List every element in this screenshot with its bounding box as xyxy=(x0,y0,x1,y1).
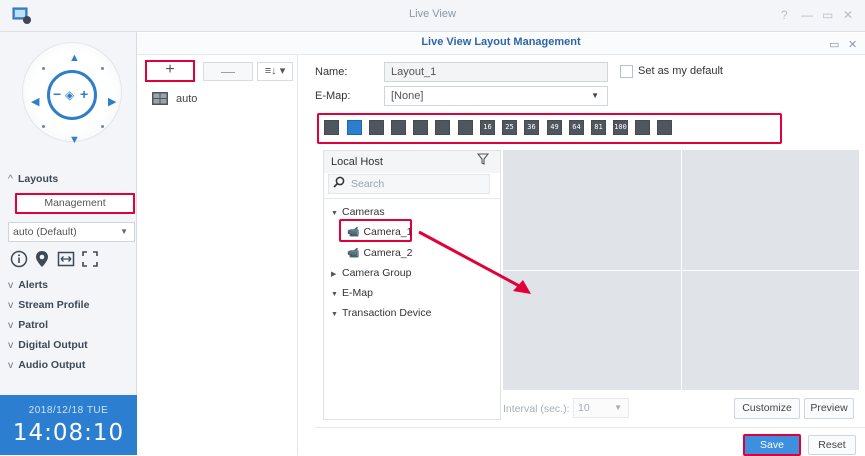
layout-grid-icon xyxy=(152,92,168,105)
tree-node-transaction[interactable]: ▼ Transaction Device xyxy=(331,307,431,319)
layout-option-25-icon[interactable]: 25 xyxy=(502,120,517,135)
caret-down-icon: ▼ xyxy=(591,91,599,100)
window-title: Live View xyxy=(409,8,456,20)
filter-icon[interactable] xyxy=(477,153,489,165)
minimize-icon[interactable]: — xyxy=(801,8,813,22)
ptz-upright-icon[interactable] xyxy=(101,67,104,70)
camera-icon: 📹 xyxy=(347,248,360,259)
info-icon[interactable] xyxy=(10,250,28,268)
interval-label: Interval (sec.): xyxy=(503,403,570,415)
focus-icon[interactable]: ◈ xyxy=(65,88,74,102)
layout-option-36-icon[interactable]: 36 xyxy=(524,120,539,135)
ptz-upleft-icon[interactable] xyxy=(42,67,45,70)
grid-cell[interactable] xyxy=(682,150,859,270)
dialog-title: Live View Layout Management xyxy=(421,36,581,48)
close-icon[interactable]: ✕ xyxy=(843,8,853,22)
section-stream-profile[interactable]: v Stream Profile xyxy=(8,299,89,311)
section-audio-output[interactable]: v Audio Output xyxy=(8,359,85,371)
reset-button[interactable]: Reset xyxy=(808,435,856,455)
remove-layout-button[interactable]: — xyxy=(203,62,253,81)
layout-option-16-icon[interactable]: 16 xyxy=(480,120,495,135)
add-layout-button[interactable]: + xyxy=(145,60,195,82)
tree-node-emap[interactable]: ▼ E-Map xyxy=(331,287,373,299)
help-icon[interactable]: ? xyxy=(781,8,788,22)
layout-option-1-icon[interactable] xyxy=(324,120,339,135)
maximize-icon[interactable]: ▭ xyxy=(822,8,833,22)
name-field[interactable]: Layout_1 xyxy=(384,62,608,82)
ptz-downright-icon[interactable] xyxy=(101,125,104,128)
search-input[interactable]: Search xyxy=(328,174,490,194)
layout-option-fisheye-icon[interactable] xyxy=(657,120,672,135)
caret-down-icon: ▼ xyxy=(614,403,622,412)
layout-option-camera-icon[interactable] xyxy=(635,120,650,135)
zoom-in-icon[interactable]: + xyxy=(80,86,88,102)
layout-option-10-icon[interactable] xyxy=(413,120,428,135)
clock-time: 14:08:10 xyxy=(12,420,125,446)
layout-option-100-icon[interactable]: 100 xyxy=(613,120,628,135)
emap-select[interactable]: [None] ▼ xyxy=(384,86,608,106)
camera-icon: 📹 xyxy=(347,227,360,238)
save-button[interactable]: Save xyxy=(743,434,801,456)
chevron-down-icon: v xyxy=(8,299,14,311)
caret-down-icon: ▼ xyxy=(331,291,338,298)
ptz-up-icon[interactable]: ▲ xyxy=(69,52,80,64)
section-layouts[interactable]: ^ Layouts xyxy=(8,173,58,185)
location-pin-icon[interactable] xyxy=(33,250,51,268)
emap-label: E-Map: xyxy=(315,90,351,102)
layout-option-64-icon[interactable]: 64 xyxy=(569,120,584,135)
ptz-down-icon[interactable]: ▼ xyxy=(69,134,80,146)
layout-option-81-icon[interactable]: 81 xyxy=(591,120,606,135)
chevron-down-icon: v xyxy=(8,319,14,331)
management-button[interactable]: Management xyxy=(15,193,135,214)
tree-node-camera-2[interactable]: 📹 Camera_2 xyxy=(347,247,412,259)
caret-down-icon: ▼ xyxy=(331,210,338,217)
preview-button[interactable]: Preview xyxy=(804,398,854,419)
grid-cell[interactable] xyxy=(682,271,859,390)
chevron-down-icon: v xyxy=(8,359,14,371)
clock-date: 2018/12/18 TUE xyxy=(28,405,109,416)
section-alerts[interactable]: v Alerts xyxy=(8,279,48,291)
layout-option-9-icon[interactable] xyxy=(391,120,406,135)
divider xyxy=(315,427,865,428)
fit-width-icon[interactable] xyxy=(57,250,75,268)
tree-node-cameras[interactable]: ▼ Cameras xyxy=(331,206,385,218)
tree-node-camera-1[interactable]: 📹 Camera_1 xyxy=(347,226,412,238)
drag-arrow-annotation xyxy=(418,230,531,294)
caret-down-icon: ▼ xyxy=(331,311,338,318)
caret-down-icon: ▼ xyxy=(120,227,128,236)
dialog-maximize-icon[interactable]: ▭ xyxy=(829,38,839,51)
grid-divider xyxy=(503,270,859,271)
chevron-up-icon: ^ xyxy=(8,173,13,185)
layout-select[interactable]: auto (Default) ▼ xyxy=(8,222,135,242)
default-label: Set as my default xyxy=(638,65,723,77)
divider xyxy=(324,198,500,199)
tree-header-label: Local Host xyxy=(331,156,383,168)
layout-option-49-icon[interactable]: 49 xyxy=(547,120,562,135)
interval-select[interactable]: 10 ▼ xyxy=(573,398,629,418)
section-patrol[interactable]: v Patrol xyxy=(8,319,48,331)
caret-right-icon: ▶ xyxy=(331,271,337,278)
layout-option-4-icon[interactable] xyxy=(347,120,362,135)
section-digital-output[interactable]: v Digital Output xyxy=(8,339,88,351)
customize-button[interactable]: Customize xyxy=(734,398,800,419)
default-checkbox[interactable] xyxy=(620,65,633,78)
layout-list xyxy=(138,55,298,455)
layout-option-6-icon[interactable] xyxy=(369,120,384,135)
search-icon xyxy=(333,176,345,188)
ptz-downleft-icon[interactable] xyxy=(42,125,45,128)
fullscreen-icon[interactable] xyxy=(81,250,99,268)
layout-option-13-icon[interactable] xyxy=(458,120,473,135)
name-label: Name: xyxy=(315,66,348,78)
tree-node-camera-group[interactable]: ▶ Camera Group xyxy=(331,267,411,279)
zoom-out-icon[interactable]: − xyxy=(53,86,61,102)
ptz-left-icon[interactable]: ◀ xyxy=(31,95,39,108)
chevron-down-icon: v xyxy=(8,339,14,351)
dialog-close-icon[interactable]: ✕ xyxy=(848,38,857,51)
layout-option-12-icon[interactable] xyxy=(435,120,450,135)
chevron-down-icon: v xyxy=(8,279,14,291)
ptz-right-icon[interactable]: ▶ xyxy=(108,95,116,108)
sort-button[interactable]: ≡↓ ▾ xyxy=(257,62,293,81)
list-item[interactable]: auto xyxy=(176,93,197,105)
